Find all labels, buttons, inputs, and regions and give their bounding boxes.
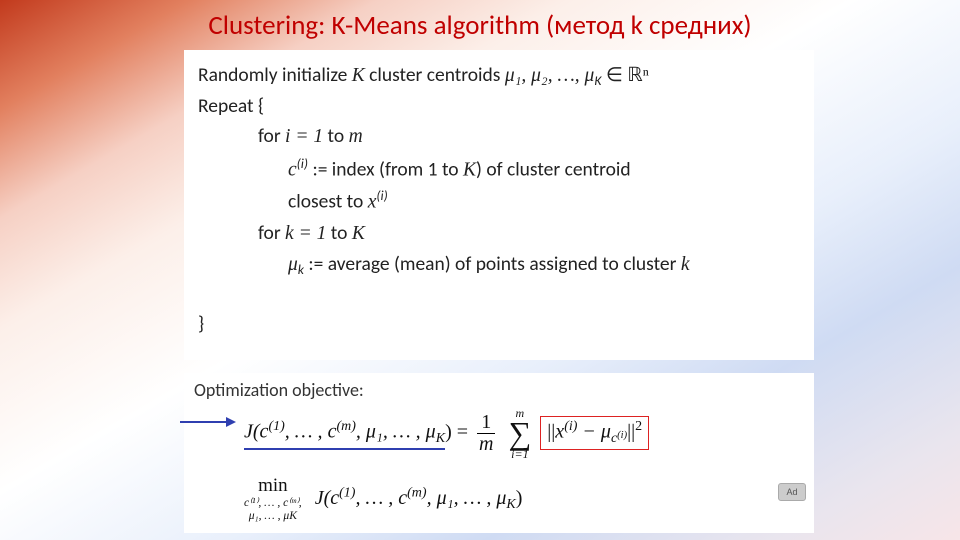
arrow-icon [178, 412, 238, 432]
text: (c [253, 421, 269, 443]
alg-line-2: Repeat { [198, 91, 800, 121]
text: ) = [445, 421, 473, 443]
text: := index (from 1 to [308, 157, 463, 181]
var-K: K [352, 223, 365, 244]
cost-function-equation: J(c(1), … , c(m), μ₁, … , μK ) = 1 m m ∑… [244, 407, 649, 460]
sup-m: (m) [407, 485, 426, 500]
min-block: min c⁽¹⁾, … , c⁽ᵐ⁾, μ₁, … , μK [244, 475, 302, 523]
J-args-underlined: J(c(1), … , c(m), μ₁, … , μK [244, 419, 445, 450]
sub-K: K [436, 431, 445, 446]
sub-c-sup: (i) [617, 430, 627, 441]
var-J: J [244, 421, 253, 443]
sub-K: K [506, 497, 515, 512]
summation: m ∑ i=1 [508, 407, 531, 460]
algorithm-text: Randomly initialize K cluster centroids … [184, 50, 814, 339]
text: Randomly initialize [198, 63, 352, 87]
var-c: c [398, 487, 407, 509]
var-K: K [463, 159, 476, 180]
sigma-bottom: i=1 [508, 448, 531, 460]
norm-bars: || [627, 421, 635, 443]
min-sub-1: c⁽¹⁾, … , c⁽ᵐ⁾, [244, 497, 302, 510]
var-K: K [352, 65, 365, 86]
objective-label: Optimization objective: [194, 379, 364, 401]
dots: , … , [355, 487, 398, 509]
ad-badge: Ad [778, 483, 806, 501]
alg-line-4: c(i) := index (from 1 to K) of cluster c… [198, 153, 800, 186]
denominator: m [477, 434, 495, 455]
var-i-eq: i = 1 [285, 126, 323, 147]
squared-distance-box: ||x(i) − μc(i)||2 [540, 416, 649, 450]
mu-args: , μ₁, … , μ [427, 487, 507, 509]
objective-panel: Optimization objective: J(c(1), … , c(m)… [184, 373, 814, 533]
sup-i: (i) [297, 155, 308, 172]
alg-line-7: μ k := average (mean) of points assigned … [198, 249, 800, 280]
sup-i: (i) [564, 419, 577, 434]
var-mu: μ [288, 254, 298, 275]
text: to [326, 221, 351, 245]
var-m: m [349, 126, 363, 147]
sigma-icon: ∑ [508, 419, 531, 448]
text: for [258, 221, 285, 245]
set-Rn: ℝⁿ [627, 65, 649, 86]
alg-line-1: Randomly initialize K cluster centroids … [198, 60, 800, 91]
text: closest to [288, 190, 368, 214]
algorithm-panel: Randomly initialize K cluster centroids … [184, 50, 814, 360]
alg-line-8: } [198, 309, 800, 339]
close-paren: ) [516, 487, 523, 509]
text: cluster centroids [365, 63, 505, 87]
squared: 2 [635, 419, 642, 434]
text: for [258, 124, 285, 148]
var-k: k [681, 254, 690, 275]
var-k-eq: k = 1 [285, 223, 326, 244]
mu-list: μ₁, μ₂, …, μ [505, 65, 595, 86]
alg-line-3: for i = 1 to m [198, 121, 800, 152]
var-x: x [555, 421, 564, 443]
spacer [198, 281, 800, 309]
sup-1: (1) [339, 485, 355, 500]
var-c: c [288, 159, 297, 180]
min-word: min [244, 475, 302, 497]
mu-args: , μ₁, … , μ [356, 421, 436, 443]
min-sub-2: μ₁, … , μK [244, 510, 302, 523]
text: := average (mean) of points assigned to … [304, 252, 681, 276]
sup-m: (m) [336, 419, 355, 434]
minimization-equation: min c⁽¹⁾, … , c⁽ᵐ⁾, μ₁, … , μK J(c(1), …… [244, 475, 522, 523]
minus-mu: − μ [577, 421, 611, 443]
text: ∈ [601, 63, 627, 87]
sup-1: (1) [268, 419, 284, 434]
slide-title: Clustering: K-Means algorithm (метод k с… [0, 9, 960, 42]
fraction-1-over-m: 1 m [477, 412, 495, 455]
text: ) of cluster centroid [476, 157, 631, 181]
sup-i: (i) [376, 187, 387, 204]
text: J(c [315, 487, 339, 509]
alg-line-6: for k = 1 to K [198, 218, 800, 249]
numerator: 1 [477, 412, 495, 434]
text: to [323, 124, 348, 148]
alg-line-5: closest to x(i) [198, 185, 800, 218]
dots: , … , [285, 421, 328, 443]
